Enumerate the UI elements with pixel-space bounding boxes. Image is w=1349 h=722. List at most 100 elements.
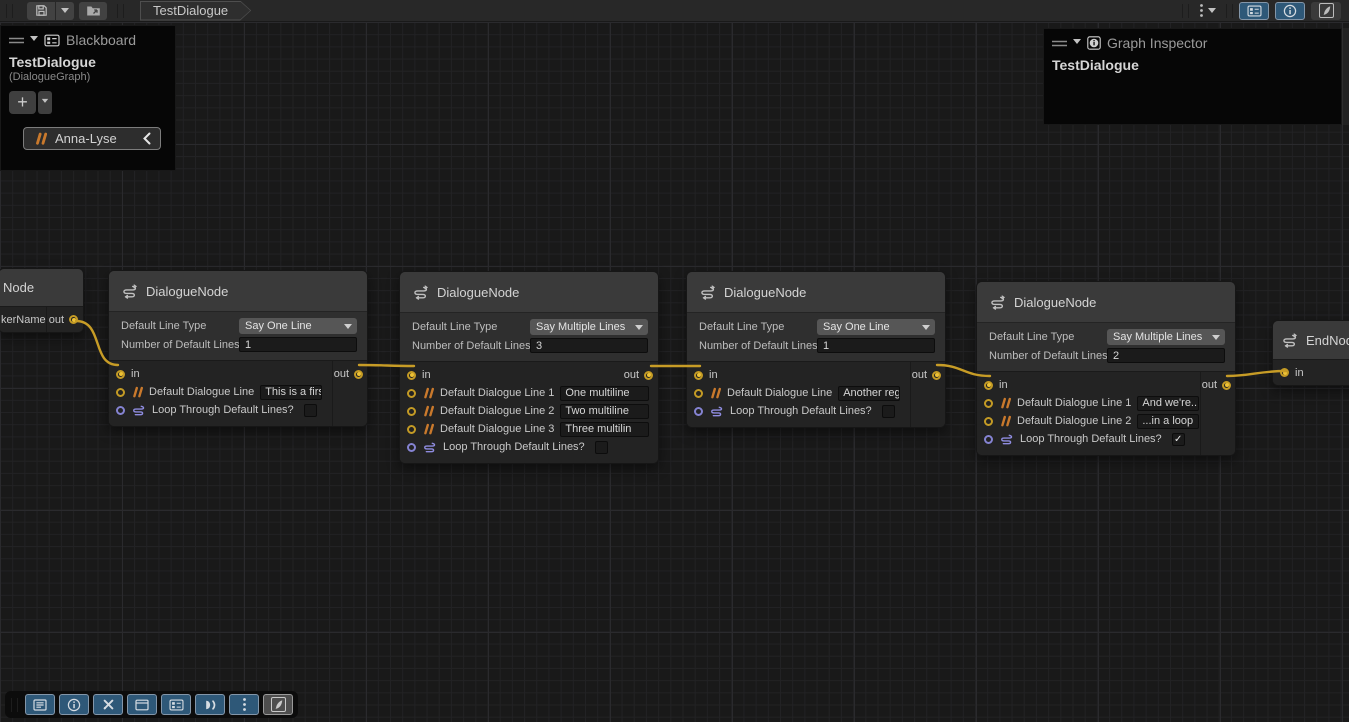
line-type-dropdown[interactable]: Say Multiple Lines: [1107, 329, 1225, 345]
loop-port[interactable]: [984, 435, 993, 444]
dialogue-line-field[interactable]: Another regu: [838, 386, 900, 401]
property-name: Anna-Lyse: [55, 131, 134, 146]
num-lines-field[interactable]: 2: [1107, 348, 1225, 363]
add-property-dropdown[interactable]: [38, 91, 52, 114]
line-port[interactable]: [984, 399, 993, 408]
window-panel-button[interactable]: [127, 694, 157, 715]
quote-icon: [422, 405, 434, 417]
line-label: Default Dialogue Line 2: [1017, 415, 1131, 427]
dialogue-line-field[interactable]: ...in a loop: [1137, 414, 1199, 429]
loop-label: Loop Through Default Lines?: [443, 441, 585, 453]
open-asset-button[interactable]: [79, 2, 107, 20]
panel-title: Blackboard: [66, 32, 136, 48]
input-port[interactable]: [116, 370, 125, 379]
dialogue-line-field[interactable]: Two multiline: [560, 404, 649, 419]
graph-options-button[interactable]: [1199, 3, 1216, 18]
quote-icon: [131, 386, 143, 398]
line-port[interactable]: [407, 425, 416, 434]
line-type-dropdown[interactable]: Say One Line: [239, 318, 357, 334]
line-type-dropdown[interactable]: Say One Line: [817, 319, 935, 335]
line-type-dropdown[interactable]: Say Multiple Lines: [530, 319, 648, 335]
loop-port[interactable]: [116, 406, 125, 415]
in-port-label: in: [709, 369, 718, 381]
prop-label: Number of Default Lines: [412, 340, 530, 352]
toolbar-right-drag-handle[interactable]: [1182, 4, 1189, 18]
top-toolbar: TestDialogue: [0, 0, 1349, 22]
dialogue-node-icon: [1281, 333, 1298, 348]
toggle-quill-button[interactable]: [1311, 2, 1341, 20]
save-dropdown-button[interactable]: [56, 2, 74, 20]
blackboard-property-anna-lyse[interactable]: Anna-Lyse: [23, 127, 161, 150]
dialogue-line-field[interactable]: Three multilin: [560, 422, 649, 437]
line-port[interactable]: [984, 417, 993, 426]
node-speaker-partial[interactable]: Node kerName out: [0, 268, 84, 333]
line-label: Default Dialogue Line 1: [1017, 397, 1131, 409]
num-lines-field[interactable]: 3: [530, 338, 648, 353]
prop-label: Number of Default Lines: [989, 350, 1107, 362]
in-port-label: in: [422, 369, 431, 381]
toolbar-separator: [1226, 4, 1233, 18]
collapse-arrow-icon[interactable]: [30, 36, 38, 45]
loop-port[interactable]: [694, 407, 703, 416]
chevron-left-icon[interactable]: [142, 132, 152, 145]
inspector-scrollbar[interactable]: [1342, 28, 1349, 125]
collapse-arrow-icon[interactable]: [1073, 39, 1081, 48]
output-port[interactable]: [1222, 381, 1231, 390]
line-port[interactable]: [407, 407, 416, 416]
inspector-asset-name: TestDialogue: [1044, 55, 1341, 73]
out-port-label: out: [912, 369, 927, 381]
inspector-panel-button[interactable]: [59, 694, 89, 715]
loop-port[interactable]: [407, 443, 416, 452]
line-port[interactable]: [694, 389, 703, 398]
node-dialogue-3[interactable]: DialogueNode Default Line Type Say One L…: [686, 271, 946, 428]
loop-label: Loop Through Default Lines?: [730, 405, 872, 417]
out-port-label: out: [334, 368, 349, 380]
panel-drag-handle-icon[interactable]: [1052, 39, 1067, 48]
output-port[interactable]: [69, 315, 78, 324]
input-port[interactable]: [407, 371, 416, 380]
input-port[interactable]: [694, 371, 703, 380]
input-port[interactable]: [984, 381, 993, 390]
save-button[interactable]: [27, 2, 55, 20]
console-panel-button[interactable]: [25, 694, 55, 715]
add-property-button[interactable]: +: [9, 91, 36, 114]
toolbar-drag-handle[interactable]: [6, 4, 13, 18]
toggle-blackboard-button[interactable]: [1239, 2, 1269, 20]
tab-testdialogue[interactable]: TestDialogue: [140, 1, 251, 21]
output-port[interactable]: [354, 370, 363, 379]
loop-icon: [131, 404, 146, 417]
loop-checkbox[interactable]: [882, 405, 895, 418]
loop-checkbox[interactable]: [595, 441, 608, 454]
tools-panel-button[interactable]: [93, 694, 123, 715]
quill-panel-button[interactable]: [263, 694, 293, 715]
toggle-inspector-button[interactable]: [1275, 2, 1305, 20]
line-port[interactable]: [407, 389, 416, 398]
loop-checkbox[interactable]: [304, 404, 317, 417]
dialogue-line-field[interactable]: One multiline: [560, 386, 649, 401]
more-options-button[interactable]: [229, 694, 259, 715]
output-port[interactable]: [644, 371, 653, 380]
blackboard-icon: [44, 34, 60, 47]
dialogue-line-field[interactable]: And we're...: [1137, 396, 1199, 411]
loop-checkbox[interactable]: ✓: [1172, 433, 1185, 446]
dialogue-line-field[interactable]: This is a first: [260, 385, 322, 400]
output-port[interactable]: [932, 371, 941, 380]
console-icon: [33, 699, 47, 711]
node-dialogue-2[interactable]: DialogueNode Default Line Type Say Multi…: [399, 271, 659, 464]
num-lines-field[interactable]: 1: [817, 338, 935, 353]
line-port[interactable]: [116, 388, 125, 397]
field-value: And we're...: [1142, 397, 1199, 409]
loop-icon: [709, 405, 724, 418]
node-title: DialogueNode: [146, 284, 228, 299]
num-lines-field[interactable]: 1: [239, 337, 357, 352]
node-dialogue-4[interactable]: DialogueNode Default Line Type Say Multi…: [976, 281, 1236, 456]
input-port[interactable]: [1280, 368, 1289, 377]
node-dialogue-1[interactable]: DialogueNode Default Line Type Say One L…: [108, 270, 368, 427]
panel-drag-handle-icon[interactable]: [9, 36, 24, 45]
toolbar-drag-handle[interactable]: [11, 698, 18, 712]
in-port-label: in: [131, 368, 140, 380]
in-port-label: in: [1295, 367, 1304, 379]
node-end[interactable]: EndNode in: [1272, 320, 1349, 386]
blackboard-panel-button[interactable]: [161, 694, 191, 715]
dialogue-preview-button[interactable]: [195, 694, 225, 715]
